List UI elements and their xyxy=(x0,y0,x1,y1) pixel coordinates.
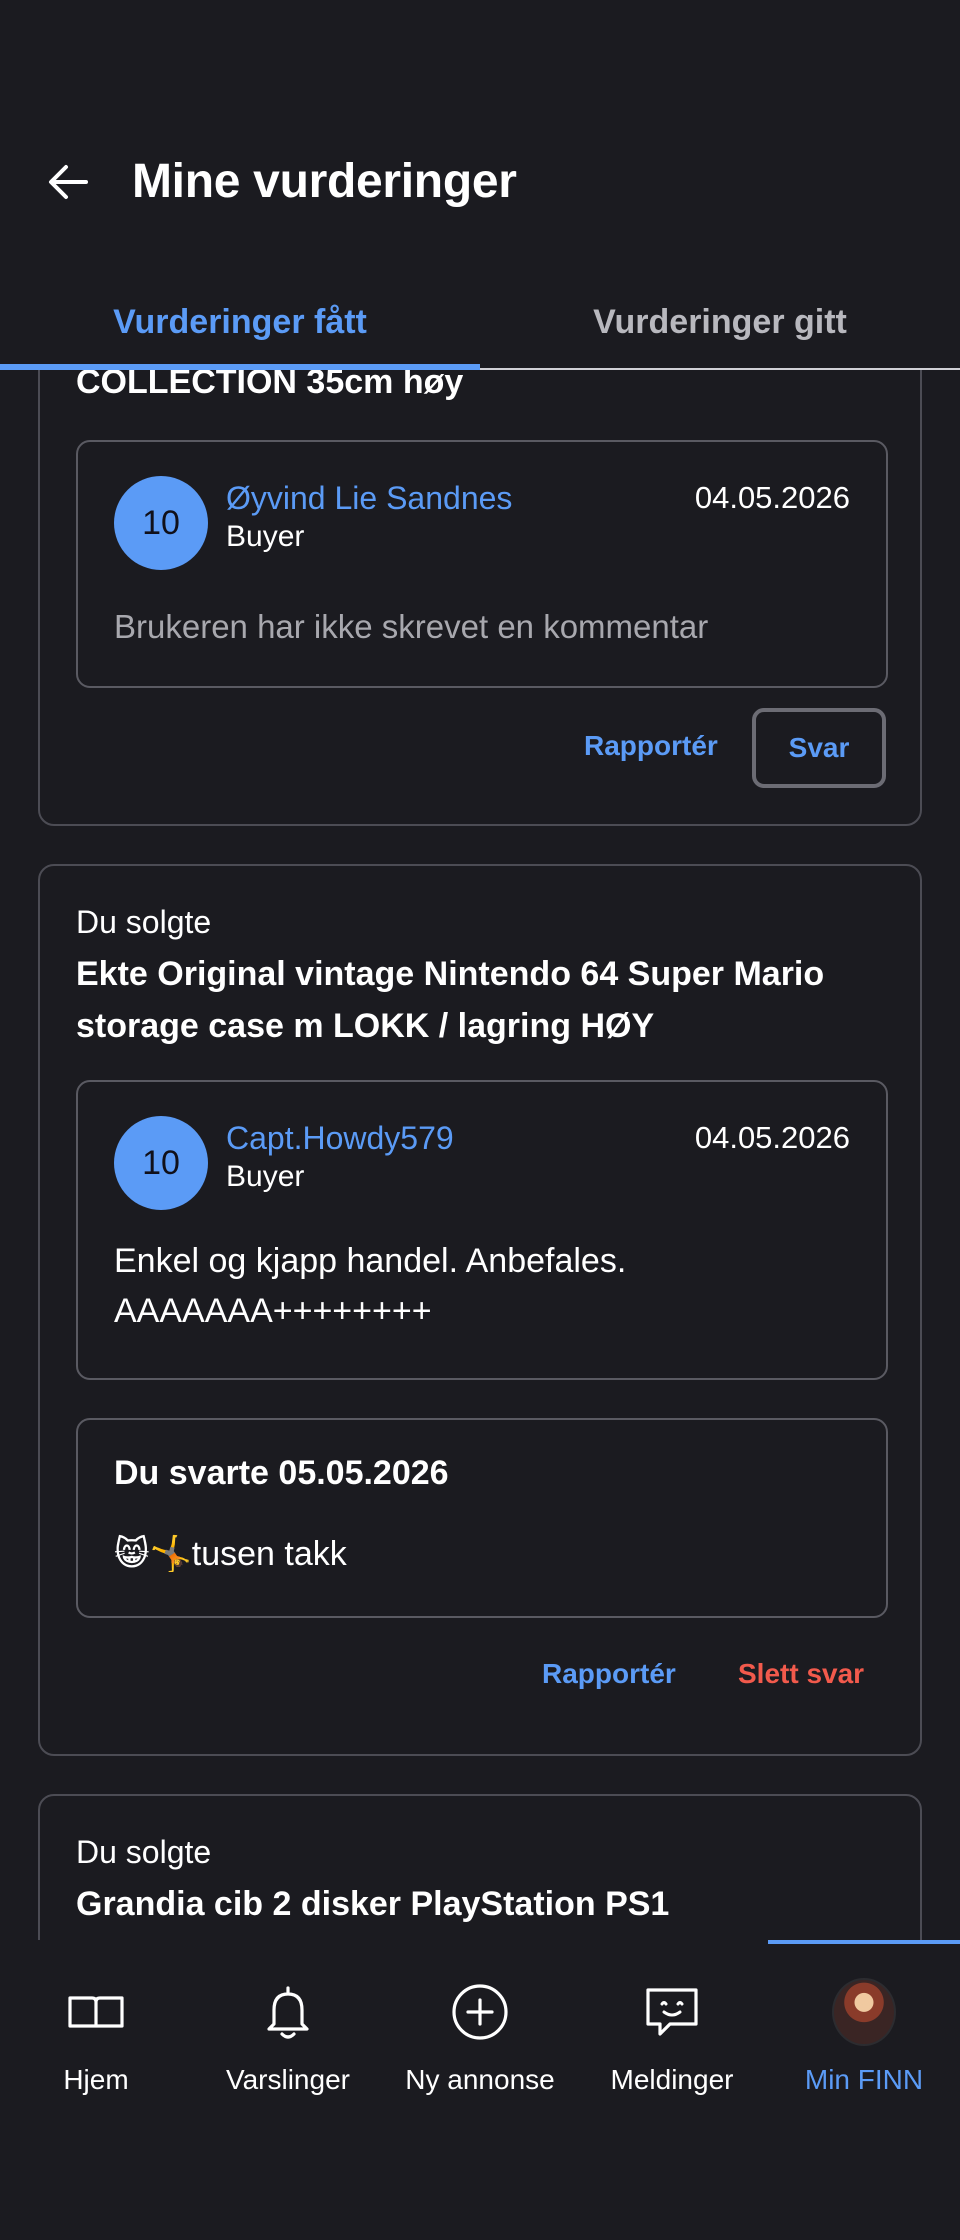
nav-label: Min FINN xyxy=(804,2064,924,2095)
reply-text: 😸🤸tusen takk xyxy=(114,1535,347,1573)
reviewer-role: Buyer xyxy=(226,1160,305,1193)
bottom-navigation: Hjem Varslinger Ny annonse Meldinger Min… xyxy=(0,1940,960,2110)
avatar xyxy=(832,1978,896,2046)
nav-label: Ny annonse xyxy=(405,2064,555,2095)
review-date: 04.05.2026 xyxy=(694,1120,850,1155)
nav-item-home[interactable]: Hjem xyxy=(0,1940,192,2110)
review-box: 10 Øyvind Lie Sandnes Buyer 04.05.2026 B… xyxy=(76,440,888,688)
review-card: Du solgte Ekte Original vintage Nintendo… xyxy=(38,864,922,1756)
tab-ratings-given[interactable]: Vurderinger gitt xyxy=(480,276,960,368)
app-root: Mine vurderinger Vurderinger fått Vurder… xyxy=(0,0,960,2240)
review-comment: Enkel og kjapp handel. Anbefales. AAAAAA… xyxy=(114,1242,627,1330)
reply-button[interactable]: Svar xyxy=(752,708,886,788)
sold-label: Du solgte xyxy=(76,904,212,940)
book-icon xyxy=(64,1980,128,2044)
tab-ratings-received[interactable]: Vurderinger fått xyxy=(0,276,480,368)
nav-label: Hjem xyxy=(63,2064,129,2095)
chat-icon xyxy=(640,1980,704,2044)
reviewer-name-link[interactable]: Øyvind Lie Sandnes xyxy=(226,480,512,517)
nav-item-notifications[interactable]: Varslinger xyxy=(192,1940,384,2110)
nav-item-messages[interactable]: Meldinger xyxy=(576,1940,768,2110)
review-box: 10 Capt.Howdy579 Buyer 04.05.2026 Enkel … xyxy=(76,1080,888,1380)
arrow-left-icon xyxy=(49,165,88,199)
product-title[interactable]: Grandia cib 2 disker PlayStation PS1 xyxy=(76,1878,880,1930)
reply-box: Du svarte 05.05.2026 😸🤸tusen takk xyxy=(76,1418,888,1618)
nav-label: Meldinger xyxy=(610,2064,734,2095)
review-card: Du solgte Grandia cib 2 disker PlayStati… xyxy=(38,1794,922,1940)
tab-bar: Vurderinger fått Vurderinger gitt xyxy=(0,276,960,370)
nav-active-indicator xyxy=(768,1940,960,1944)
delete-reply-button[interactable]: Slett svar xyxy=(738,1658,864,1690)
profile-avatar xyxy=(832,1978,896,2046)
back-button[interactable] xyxy=(36,150,100,214)
rating-score-badge: 10 xyxy=(114,1116,208,1210)
nav-item-new-ad[interactable]: Ny annonse xyxy=(384,1940,576,2110)
review-comment: Brukeren har ikke skrevet en kommentar xyxy=(114,608,709,645)
rating-score-badge: 10 xyxy=(114,476,208,570)
sold-label: Du solgte xyxy=(76,1834,212,1870)
reviewer-role: Buyer xyxy=(226,520,305,553)
top-app-bar: Mine vurderinger xyxy=(0,140,960,224)
product-title[interactable]: COLLECTION 35cm høy xyxy=(76,370,880,408)
bell-icon xyxy=(256,1980,320,2044)
review-card: COLLECTION 35cm høy 10 Øyvind Lie Sandne… xyxy=(38,370,922,826)
reply-title: Du svarte 05.05.2026 xyxy=(114,1454,449,1492)
reviews-list[interactable]: COLLECTION 35cm høy 10 Øyvind Lie Sandne… xyxy=(0,370,960,1940)
report-button[interactable]: Rapportér xyxy=(542,1658,676,1690)
nav-item-my-finn[interactable]: Min FINN xyxy=(768,1940,960,2110)
report-button[interactable]: Rapportér xyxy=(584,730,718,762)
plus-circle-icon xyxy=(448,1980,512,2044)
page-title: Mine vurderinger xyxy=(132,155,517,208)
review-date: 04.05.2026 xyxy=(694,480,850,515)
reviewer-name-link[interactable]: Capt.Howdy579 xyxy=(226,1120,454,1157)
nav-label: Varslinger xyxy=(226,2064,350,2095)
product-title[interactable]: Ekte Original vintage Nintendo 64 Super … xyxy=(76,948,880,1052)
